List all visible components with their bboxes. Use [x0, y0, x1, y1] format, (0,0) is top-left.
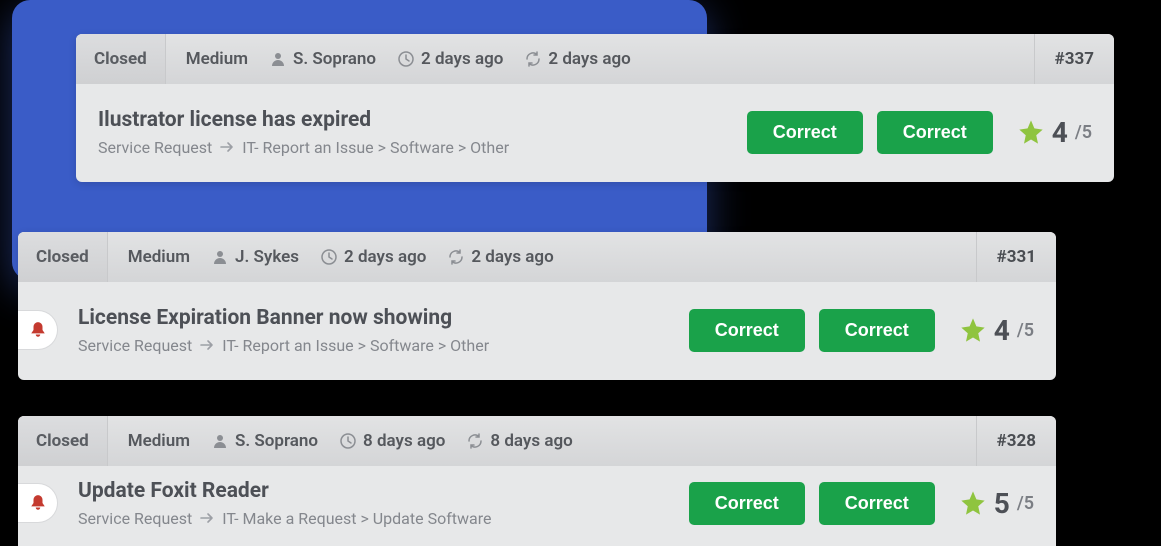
title-block: License Expiration Banner now showing Se… — [78, 306, 675, 355]
assignee: J. Sykes — [212, 247, 299, 267]
correct-button[interactable]: Correct — [747, 111, 863, 154]
title-block: Ilustrator license has expired Service R… — [98, 108, 733, 157]
priority: Medium — [128, 247, 190, 267]
ticket-title: License Expiration Banner now showing — [78, 306, 675, 330]
correct-button[interactable]: Correct — [877, 111, 993, 154]
status-text: Closed — [94, 49, 147, 69]
status-badge: Closed — [76, 34, 166, 84]
user-icon — [270, 51, 286, 67]
bell-icon — [29, 494, 47, 512]
ticket-id-text: #337 — [1055, 49, 1094, 69]
rating-max: /5 — [1017, 320, 1034, 341]
created-text: 8 days ago — [363, 431, 445, 451]
status-text: Closed — [36, 247, 89, 267]
ticket-id: #328 — [976, 416, 1056, 466]
rating-value: 5 — [994, 487, 1010, 520]
ticket-meta: Medium S. Soprano 8 days ago 8 days ago — [108, 416, 976, 466]
breadcrumb: Service Request IT- Report an Issue > So… — [78, 336, 675, 355]
clock-icon — [321, 249, 337, 265]
ticket-id: #331 — [976, 232, 1056, 282]
correct-button[interactable]: Correct — [819, 482, 935, 525]
assignee-name: S. Soprano — [293, 49, 376, 69]
ticket-body: License Expiration Banner now showing Se… — [18, 282, 1056, 380]
breadcrumb: Service Request IT- Report an Issue > So… — [98, 138, 733, 157]
rating: 5/5 — [959, 487, 1034, 520]
ticket-id-text: #331 — [997, 247, 1036, 267]
title-block: Update Foxit Reader Service Request IT- … — [78, 479, 675, 528]
priority-text: Medium — [128, 431, 190, 451]
user-icon — [212, 249, 228, 265]
user-icon — [212, 433, 228, 449]
priority: Medium — [186, 49, 248, 69]
ticket-title: Ilustrator license has expired — [98, 108, 733, 132]
assignee: S. Soprano — [270, 49, 376, 69]
correct-button[interactable]: Correct — [689, 309, 805, 352]
ticket-title: Update Foxit Reader — [78, 479, 675, 503]
created-time: 8 days ago — [340, 431, 445, 451]
status-badge: Closed — [18, 416, 108, 466]
correct-button[interactable]: Correct — [689, 482, 805, 525]
ticket-card[interactable]: Closed Medium S. Soprano 2 days ago 2 da… — [76, 34, 1114, 182]
notification-indicator[interactable] — [18, 483, 58, 523]
arrow-right-icon — [200, 512, 214, 524]
ticket-body: Ilustrator license has expired Service R… — [76, 84, 1114, 182]
star-icon — [1017, 118, 1045, 146]
status-badge: Closed — [18, 232, 108, 282]
rating-max: /5 — [1075, 122, 1092, 143]
ticket-header: Closed Medium S. Soprano 8 days ago 8 da… — [18, 416, 1056, 466]
ticket-type: Service Request — [98, 138, 212, 157]
assignee-name: S. Soprano — [235, 431, 318, 451]
ticket-header: Closed Medium J. Sykes 2 days ago 2 days… — [18, 232, 1056, 282]
rating-max: /5 — [1017, 493, 1034, 514]
priority-text: Medium — [128, 247, 190, 267]
assignee-name: J. Sykes — [235, 247, 299, 267]
ticket-header: Closed Medium S. Soprano 2 days ago 2 da… — [76, 34, 1114, 84]
priority: Medium — [128, 431, 190, 451]
ticket-meta: Medium S. Soprano 2 days ago 2 days ago — [166, 34, 1034, 84]
breadcrumb: Service Request IT- Make a Request > Upd… — [78, 509, 675, 528]
updated-time: 8 days ago — [467, 431, 572, 451]
arrow-right-icon — [220, 141, 234, 153]
updated-text: 2 days ago — [471, 247, 553, 267]
notification-indicator[interactable] — [18, 310, 58, 350]
ticket-card[interactable]: Closed Medium J. Sykes 2 days ago 2 days… — [18, 232, 1056, 380]
priority-text: Medium — [186, 49, 248, 69]
bell-icon — [29, 321, 47, 339]
created-text: 2 days ago — [344, 247, 426, 267]
ticket-category: IT- Make a Request > Update Software — [222, 509, 491, 528]
ticket-category: IT- Report an Issue > Software > Other — [242, 138, 509, 157]
updated-text: 8 days ago — [490, 431, 572, 451]
rating-value: 4 — [1052, 116, 1068, 149]
ticket-id-text: #328 — [997, 431, 1036, 451]
updated-time: 2 days ago — [525, 49, 630, 69]
refresh-icon — [467, 433, 483, 449]
ticket-body: Update Foxit Reader Service Request IT- … — [18, 466, 1056, 546]
rating-value: 4 — [994, 314, 1010, 347]
ticket-category: IT- Report an Issue > Software > Other — [222, 336, 489, 355]
ticket-type: Service Request — [78, 509, 192, 528]
rating: 4/5 — [1017, 116, 1092, 149]
correct-button[interactable]: Correct — [819, 309, 935, 352]
star-icon — [959, 316, 987, 344]
assignee: S. Soprano — [212, 431, 318, 451]
ticket-id: #337 — [1034, 34, 1114, 84]
ticket-type: Service Request — [78, 336, 192, 355]
ticket-meta: Medium J. Sykes 2 days ago 2 days ago — [108, 232, 976, 282]
clock-icon — [398, 51, 414, 67]
rating: 4/5 — [959, 314, 1034, 347]
refresh-icon — [448, 249, 464, 265]
ticket-card[interactable]: Closed Medium S. Soprano 8 days ago 8 da… — [18, 416, 1056, 546]
created-time: 2 days ago — [398, 49, 503, 69]
status-text: Closed — [36, 431, 89, 451]
star-icon — [959, 489, 987, 517]
updated-text: 2 days ago — [548, 49, 630, 69]
clock-icon — [340, 433, 356, 449]
arrow-right-icon — [200, 339, 214, 351]
created-text: 2 days ago — [421, 49, 503, 69]
refresh-icon — [525, 51, 541, 67]
created-time: 2 days ago — [321, 247, 426, 267]
updated-time: 2 days ago — [448, 247, 553, 267]
